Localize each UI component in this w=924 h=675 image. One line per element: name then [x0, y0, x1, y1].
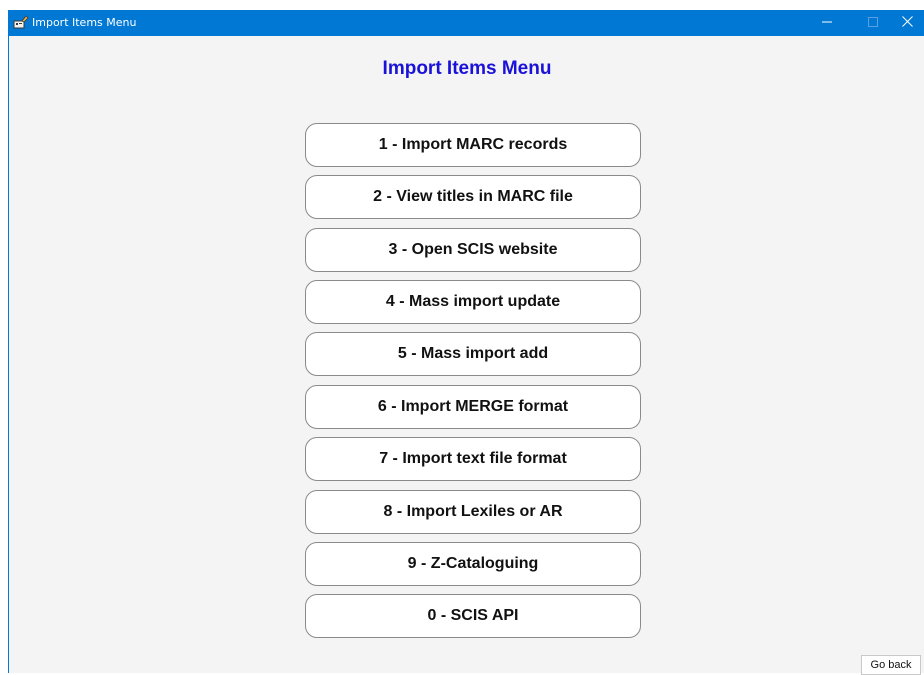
import-merge-format-button[interactable]: 6 - Import MERGE format	[305, 385, 641, 429]
window-title: Import Items Menu	[32, 16, 137, 29]
title-bar[interactable]: Import Items Menu	[9, 10, 924, 36]
maximize-icon	[868, 14, 878, 32]
close-icon	[901, 14, 913, 32]
maximize-button[interactable]	[855, 10, 891, 36]
import-marc-records-button[interactable]: 1 - Import MARC records	[305, 123, 641, 167]
view-marc-titles-button[interactable]: 2 - View titles in MARC file	[305, 175, 641, 219]
mass-import-update-button[interactable]: 4 - Mass import update	[305, 280, 641, 324]
app-icon	[13, 15, 29, 29]
import-lexiles-ar-button[interactable]: 8 - Import Lexiles or AR	[305, 490, 641, 534]
mass-import-add-button[interactable]: 5 - Mass import add	[305, 332, 641, 376]
scis-api-button[interactable]: 0 - SCIS API	[305, 594, 641, 638]
go-back-button[interactable]: Go back	[861, 655, 921, 675]
import-text-file-button[interactable]: 7 - Import text file format	[305, 437, 641, 481]
open-scis-website-button[interactable]: 3 - Open SCIS website	[305, 228, 641, 272]
app-window: Import Items Menu Import Items Menu 1 - …	[8, 10, 924, 675]
minimize-button[interactable]	[809, 10, 845, 36]
close-button[interactable]	[889, 10, 924, 36]
minimize-icon	[822, 14, 832, 32]
z-cataloguing-button[interactable]: 9 - Z-Cataloguing	[305, 542, 641, 586]
page-title: Import Items Menu	[382, 58, 552, 79]
